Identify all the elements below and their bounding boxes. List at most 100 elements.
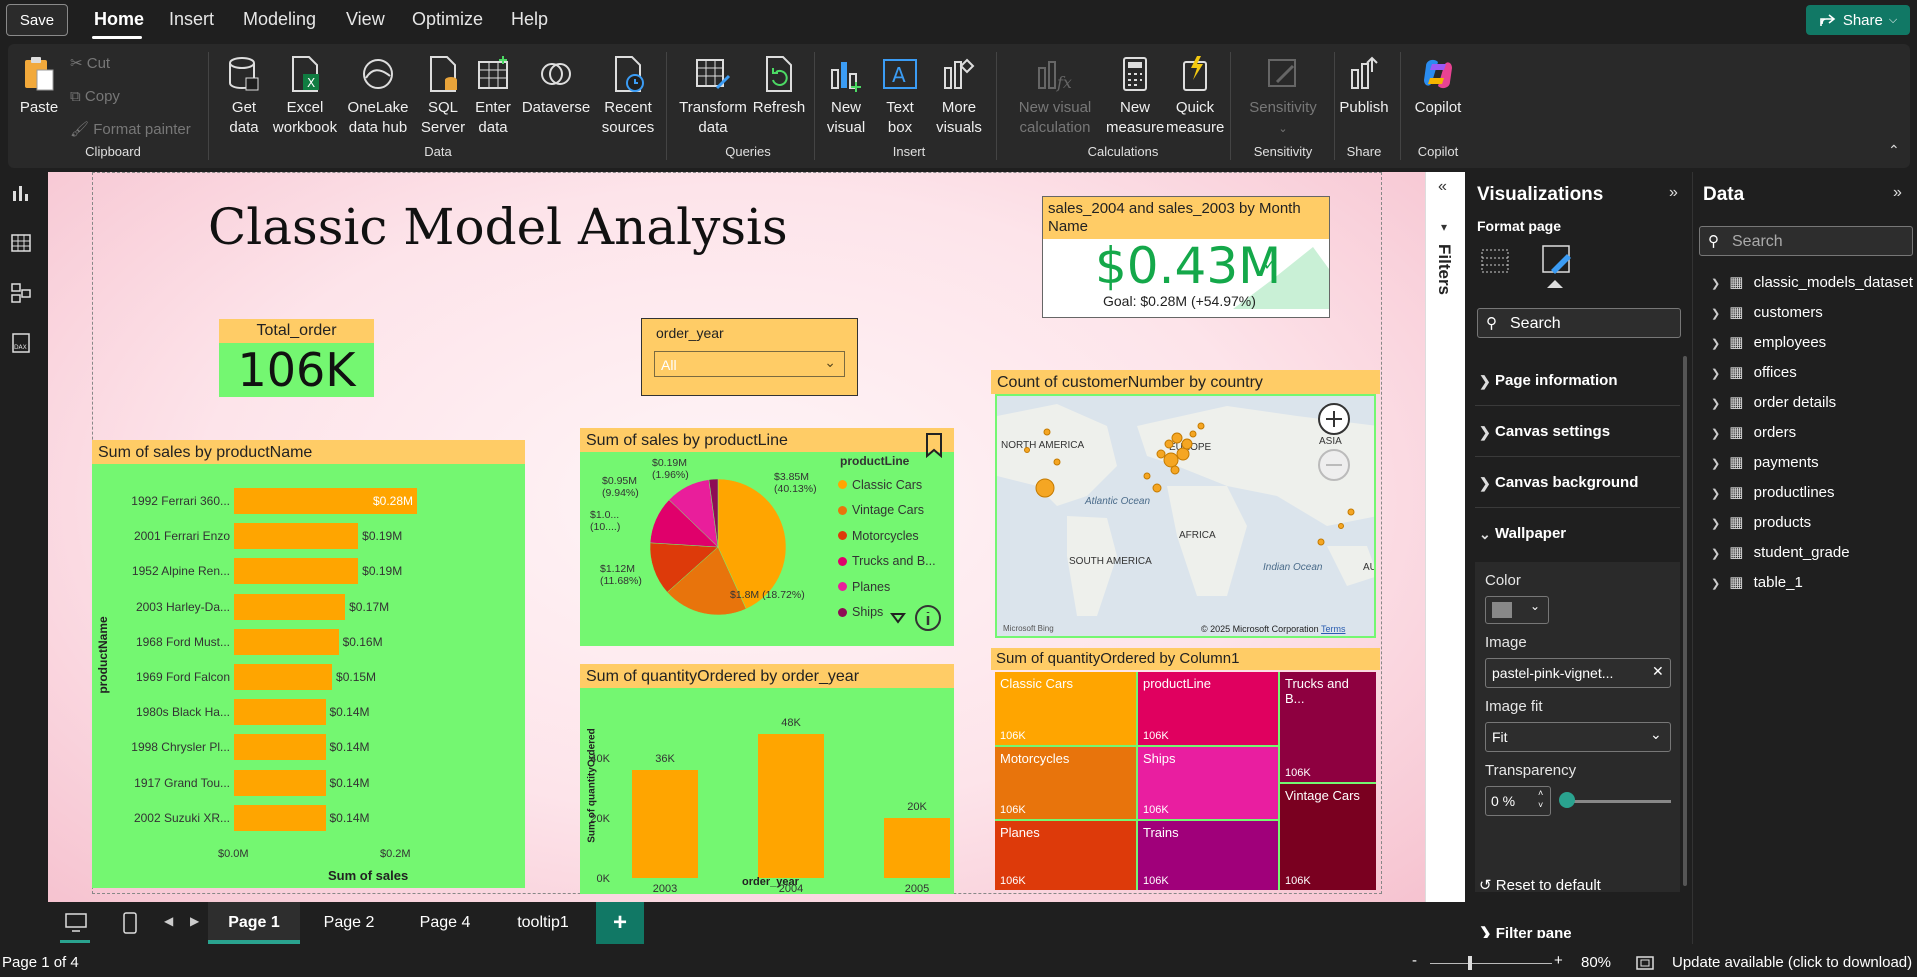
slicer-dropdown[interactable]: All ⌄ xyxy=(654,351,845,377)
get-data-button[interactable]: Get data xyxy=(220,54,268,138)
data-table-item[interactable]: ❯ ▦ orders xyxy=(1711,422,1796,444)
treemap-cell[interactable]: Ships 106K xyxy=(1138,747,1278,819)
treemap-cell[interactable]: Planes 106K xyxy=(995,821,1136,890)
copy-button[interactable]: ⧉ Copy xyxy=(70,88,120,105)
zoom-out-icon[interactable] xyxy=(1317,448,1351,482)
bar[interactable] xyxy=(234,558,359,585)
section-filter-pane[interactable]: ❯ Filter pane xyxy=(1479,924,1572,938)
data-table-item[interactable]: ❯ ▦ classic_models_dataset xyxy=(1711,272,1913,294)
legend-item[interactable]: Planes xyxy=(838,574,936,600)
new-visual-calculation-button[interactable]: fx New visual calculation xyxy=(1012,54,1098,138)
add-page-button[interactable]: + xyxy=(596,902,644,944)
report-view-icon[interactable] xyxy=(10,182,32,204)
tab-modeling[interactable]: Modeling xyxy=(243,9,316,30)
column-bar[interactable] xyxy=(758,734,824,878)
info-icon[interactable] xyxy=(914,604,942,632)
visualizations-search-input[interactable]: ⚲ Search xyxy=(1477,308,1681,338)
new-measure-button[interactable]: New measure xyxy=(1106,54,1164,138)
quantity-ordered-by-year-chart[interactable]: Sum of quantityOrdered by order_year 0K 2… xyxy=(580,664,954,894)
data-table-item[interactable]: ❯ ▦ employees xyxy=(1711,332,1826,354)
collapse-ribbon-icon[interactable]: ⌃ xyxy=(1888,142,1900,159)
copilot-button[interactable]: Copilot xyxy=(1408,54,1468,118)
expand-filters-icon[interactable]: « xyxy=(1438,178,1447,196)
legend-item[interactable]: Motorcycles xyxy=(838,523,936,549)
onelake-button[interactable]: OneLake data hub xyxy=(341,54,415,138)
publish-button[interactable]: Publish xyxy=(1332,54,1396,118)
model-view-icon[interactable] xyxy=(10,282,32,304)
update-available-link[interactable]: Update available (click to download) xyxy=(1672,954,1912,971)
format-page-icon[interactable] xyxy=(1537,240,1577,280)
mobile-layout-icon[interactable] xyxy=(122,912,138,934)
clear-icon[interactable]: ✕ xyxy=(1652,663,1664,680)
map-terms-link[interactable]: Terms xyxy=(1321,624,1346,634)
page-tab-page-1[interactable]: Page 1 xyxy=(208,902,300,944)
data-table-item[interactable]: ❯ ▦ student_grade xyxy=(1711,542,1850,564)
build-visual-icon[interactable] xyxy=(1479,244,1511,276)
section-canvas-settings[interactable]: ❯ Canvas settings xyxy=(1475,407,1680,457)
sql-server-button[interactable]: SQL Server xyxy=(418,54,468,138)
zoom-out-button[interactable]: - xyxy=(1412,952,1417,969)
recent-sources-button[interactable]: Recent sources xyxy=(594,54,662,138)
tab-insert[interactable]: Insert xyxy=(169,9,214,30)
paste-button[interactable]: Paste xyxy=(18,54,60,118)
next-page-icon[interactable]: ▶ xyxy=(190,914,199,928)
sales-by-product-name-chart[interactable]: Sum of sales by productName productName … xyxy=(92,440,525,888)
data-table-item[interactable]: ❯ ▦ payments xyxy=(1711,452,1819,474)
data-table-item[interactable]: ❯ ▦ productlines xyxy=(1711,482,1835,504)
excel-workbook-button[interactable]: X Excel workbook xyxy=(270,54,340,138)
zoom-slider-thumb[interactable] xyxy=(1468,956,1472,970)
section-canvas-background[interactable]: ❯ Canvas background xyxy=(1475,458,1680,508)
table-view-icon[interactable] xyxy=(10,232,32,254)
tab-home[interactable]: Home xyxy=(94,9,144,30)
transparency-input[interactable]: 0 % ˄ ˅ xyxy=(1485,786,1551,816)
map-area[interactable]: NORTH AMERICA EUROPE ASIA Atlantic Ocean… xyxy=(995,394,1376,638)
transform-data-button[interactable]: Transform data xyxy=(676,54,750,138)
desktop-layout-icon[interactable] xyxy=(64,912,88,934)
cut-button[interactable]: ✂ Cut xyxy=(70,54,110,72)
bar[interactable] xyxy=(234,628,339,655)
section-page-information[interactable]: ❯ Page information xyxy=(1475,356,1680,406)
order-year-slicer[interactable]: order_year All ⌄ xyxy=(641,318,858,396)
drill-down-icon[interactable] xyxy=(890,612,906,624)
bar[interactable] xyxy=(234,769,326,796)
bookmark-icon[interactable] xyxy=(924,432,944,458)
legend-item[interactable]: Vintage Cars xyxy=(838,498,936,524)
data-table-item[interactable]: ❯ ▦ products xyxy=(1711,512,1811,534)
section-wallpaper[interactable]: ⌄ Wallpaper xyxy=(1475,509,1680,559)
enter-data-button[interactable]: Enter data xyxy=(471,54,515,138)
zoom-in-button[interactable]: + xyxy=(1554,952,1563,969)
new-visual-button[interactable]: New visual xyxy=(824,54,868,138)
treemap-cell[interactable]: Trains 106K xyxy=(1138,821,1278,890)
zoom-slider-track[interactable] xyxy=(1430,963,1552,964)
tab-help[interactable]: Help xyxy=(511,9,548,30)
text-box-button[interactable]: A Text box xyxy=(880,54,920,138)
data-table-item[interactable]: ❯ ▦ table_1 xyxy=(1711,572,1803,594)
legend-item[interactable]: Trucks and B... xyxy=(838,549,936,575)
stepper-icon[interactable]: ˄ ˅ xyxy=(1538,787,1543,811)
data-table-item[interactable]: ❯ ▦ offices xyxy=(1711,362,1797,384)
bar[interactable] xyxy=(234,593,346,620)
image-fit-dropdown[interactable]: Fit ⌄ xyxy=(1485,722,1671,752)
treemap-cell[interactable]: Vintage Cars 106K xyxy=(1280,784,1376,890)
dataverse-button[interactable]: Dataverse xyxy=(520,54,592,118)
tab-view[interactable]: View xyxy=(346,9,385,30)
transparency-slider-thumb[interactable] xyxy=(1559,792,1575,808)
save-button[interactable]: Save xyxy=(6,4,68,36)
collapse-pane-icon[interactable]: » xyxy=(1669,184,1678,202)
quantity-ordered-treemap[interactable]: Sum of quantityOrdered by Column1 Classi… xyxy=(991,648,1380,890)
page-tab-page-2[interactable]: Page 2 xyxy=(302,902,396,944)
bar[interactable] xyxy=(234,699,326,726)
data-table-item[interactable]: ❯ ▦ customers xyxy=(1711,302,1823,324)
tab-optimize[interactable]: Optimize xyxy=(412,9,483,30)
quick-measure-button[interactable]: Quick measure xyxy=(1166,54,1224,138)
bar[interactable] xyxy=(234,664,333,690)
zoom-in-icon[interactable] xyxy=(1317,402,1351,436)
data-search-input[interactable]: ⚲ Search xyxy=(1699,226,1913,256)
format-painter-button[interactable]: 🖌 Format painter xyxy=(70,120,191,138)
scrollbar[interactable] xyxy=(1683,356,1687,886)
bar[interactable] xyxy=(234,734,326,761)
page-tab-page-4[interactable]: Page 4 xyxy=(398,902,492,944)
treemap-cell[interactable]: productLine 106K xyxy=(1138,672,1278,745)
collapse-pane-icon[interactable]: » xyxy=(1893,184,1902,202)
treemap-cell[interactable]: Motorcycles 106K xyxy=(995,747,1136,819)
